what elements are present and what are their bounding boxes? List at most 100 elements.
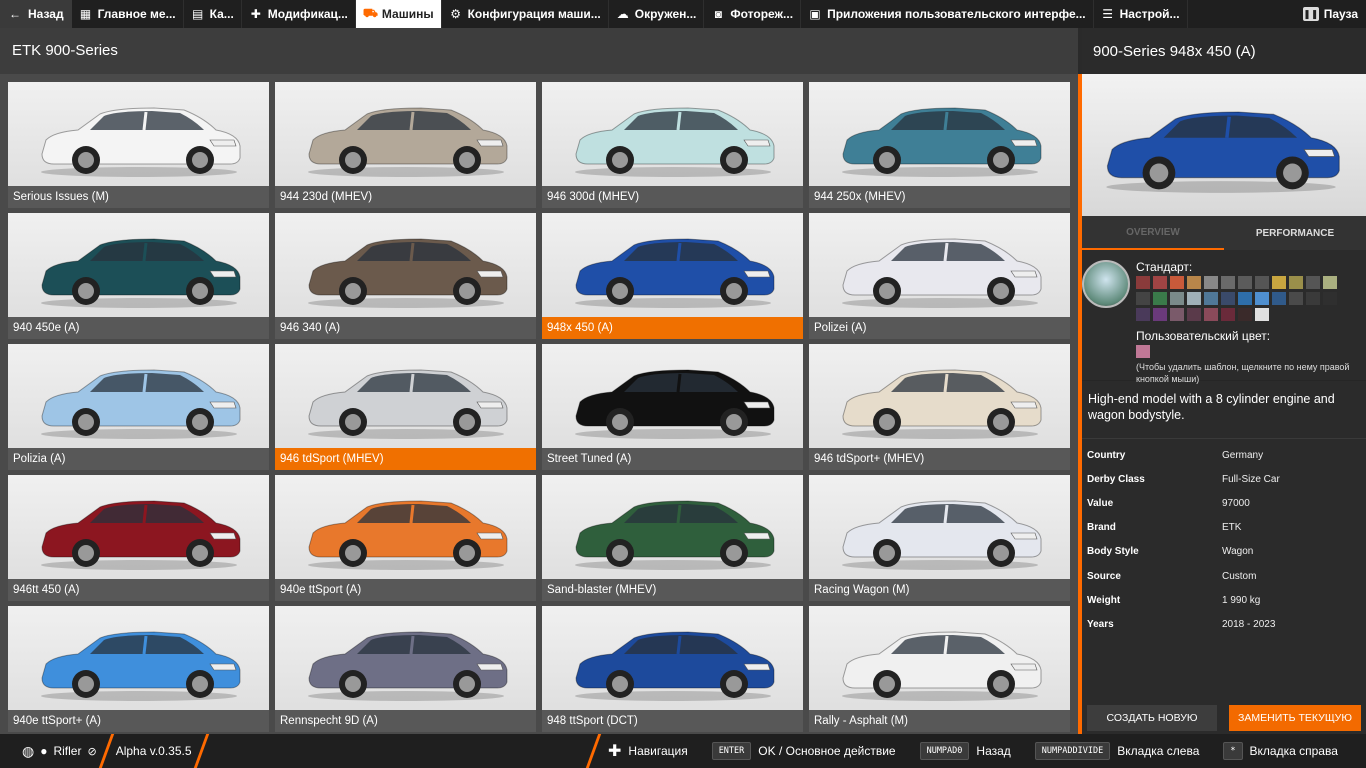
divider-slash [585,734,602,768]
color-swatch[interactable] [1255,276,1269,289]
tab-map[interactable]: ▤ Ка... [184,0,242,28]
color-swatch[interactable] [1306,292,1320,305]
username: Rifler [53,744,82,758]
config-card[interactable]: 946 tdSport+ (MHEV) [809,344,1070,470]
pause-button[interactable]: ❚❚ Пауза [1295,0,1366,28]
spec-key: Source [1087,570,1121,582]
config-card[interactable]: Sand-blaster (MHEV) [542,475,803,601]
config-card-label: 940 450e (A) [8,317,269,339]
color-swatch[interactable] [1170,308,1184,321]
config-card[interactable]: 946 tdSport (MHEV) [275,344,536,470]
color-swatch[interactable] [1153,292,1167,305]
color-swatch[interactable] [1323,276,1337,289]
config-card[interactable]: 944 250x (MHEV) [809,82,1070,208]
custom-color-hint: (Чтобы удалить шаблон, щелкните по нему … [1136,362,1350,384]
car-thumbnail [308,238,508,308]
custom-color-swatch[interactable] [1136,345,1150,358]
back-button[interactable]: ← Назад [0,0,72,28]
color-swatch[interactable] [1204,292,1218,305]
color-swatch[interactable] [1187,292,1201,305]
car-thumbnail [308,369,508,439]
create-new-button[interactable]: СОЗДАТЬ НОВУЮ [1087,705,1217,731]
color-swatch[interactable] [1204,276,1218,289]
config-card-label: 946 tdSport (MHEV) [275,448,536,470]
tab-settings[interactable]: ☰ Настрой... [1094,0,1188,28]
config-card[interactable]: Racing Wagon (M) [809,475,1070,601]
spec-table: Country Germany Derby Class Full-Size Car Va… [1082,438,1366,637]
tab-overview[interactable]: OVERVIEW [1082,216,1224,250]
tab-performance[interactable]: PERFORMANCE [1224,216,1366,250]
color-swatch[interactable] [1170,276,1184,289]
color-swatch[interactable] [1238,308,1252,321]
tab-vehicle-config[interactable]: ⚙ Конфигурация маши... [442,0,609,28]
camera-icon: ◙ [714,7,722,21]
spec-row: Country Germany [1082,443,1366,467]
color-swatch[interactable] [1306,276,1320,289]
color-swatch[interactable] [1255,292,1269,305]
config-card-label: Racing Wagon (M) [809,579,1070,601]
star-key: * [1223,742,1243,760]
config-card[interactable]: 944 230d (MHEV) [275,82,536,208]
replace-current-button[interactable]: ЗАМЕНИТЬ ТЕКУЩУЮ [1229,705,1361,731]
puzzle-icon: ✚ [250,7,261,21]
spec-value: Full-Size Car [1222,473,1280,485]
globe-icon[interactable]: ◍ [22,743,34,760]
config-card[interactable]: 946 300d (MHEV) [542,82,803,208]
car-thumbnail [41,369,241,439]
color-swatch[interactable] [1238,276,1252,289]
color-swatch[interactable] [1153,308,1167,321]
spec-value: ETK [1222,522,1242,534]
grid-icon: ▦ [79,7,92,21]
color-swatch[interactable] [1221,308,1235,321]
config-card[interactable]: 940 450e (A) [8,213,269,339]
color-swatch[interactable] [1136,276,1150,289]
color-swatch[interactable] [1187,276,1201,289]
color-swatch[interactable] [1221,276,1235,289]
nav-hint: Навигация [628,744,688,758]
config-card-label: Street Tuned (A) [542,448,803,470]
config-card[interactable]: Rally - Asphalt (M) [809,606,1070,732]
color-swatch[interactable] [1136,292,1150,305]
config-card[interactable]: 948 ttSport (DCT) [542,606,803,732]
color-swatch[interactable] [1272,276,1286,289]
config-card[interactable]: Serious Issues (M) [8,82,269,208]
divider-slash [193,734,209,768]
vehicle-description: High-end model with a 8 cylinder engine … [1082,380,1366,438]
color-swatch[interactable] [1289,276,1303,289]
tab-photo-mode[interactable]: ◙ Фотореж... [704,0,802,28]
enter-key: ENTER [711,742,752,760]
color-swatch[interactable] [1136,308,1150,321]
config-card[interactable]: 940e ttSport (A) [275,475,536,601]
config-card[interactable]: Street Tuned (A) [542,344,803,470]
color-swatch[interactable] [1272,292,1286,305]
color-swatch[interactable] [1255,308,1269,321]
paint-thumbnail[interactable] [1082,260,1130,308]
config-card[interactable]: 940e ttSport+ (A) [8,606,269,732]
tab-main-menu[interactable]: ▦ Главное ме... [72,0,184,28]
car-thumbnail [41,631,241,701]
color-swatch[interactable] [1204,308,1218,321]
config-card[interactable]: Rennspecht 9D (A) [275,606,536,732]
config-card[interactable]: 948x 450 (A) [542,213,803,339]
car-thumbnail [41,107,241,177]
config-card-label: Rally - Asphalt (M) [809,710,1070,732]
color-swatch[interactable] [1170,292,1184,305]
color-swatch[interactable] [1289,292,1303,305]
color-swatch[interactable] [1153,276,1167,289]
tab-vehicles[interactable]: ⛟ Машины [355,0,442,28]
car-thumbnail [575,500,775,570]
car-thumbnail [842,369,1042,439]
tab-ui-apps[interactable]: ▣ Приложения пользовательского интерфе... [801,0,1094,28]
tab-mods[interactable]: ✚ Модификац... [242,0,356,28]
color-swatch[interactable] [1221,292,1235,305]
config-card-label: 946 300d (MHEV) [542,186,803,208]
config-card[interactable]: 946 340 (A) [275,213,536,339]
steam-icon: ● [40,744,48,758]
color-swatch[interactable] [1323,292,1337,305]
config-card[interactable]: 946tt 450 (A) [8,475,269,601]
config-card[interactable]: Polizei (A) [809,213,1070,339]
tab-environment[interactable]: ☁ Окружен... [609,0,705,28]
config-card[interactable]: Polizia (A) [8,344,269,470]
color-swatch[interactable] [1187,308,1201,321]
color-swatch[interactable] [1238,292,1252,305]
